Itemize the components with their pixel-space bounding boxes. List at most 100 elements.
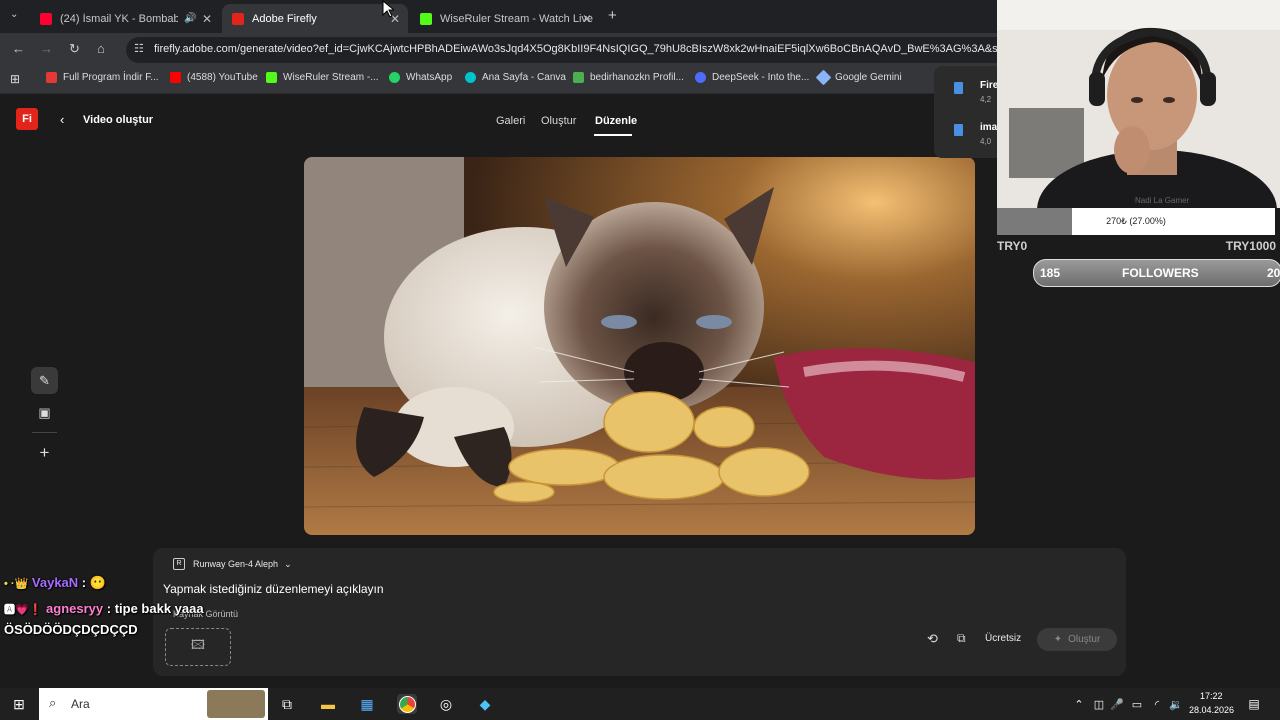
bookmark-label: WiseRuler Stream -... [283,72,379,83]
tray-overflow-icon[interactable]: ⌃ [1069,694,1089,714]
file-icon [954,124,963,136]
chrome-logo-icon [398,695,416,713]
download-size: 4,0 [980,137,992,146]
home-icon[interactable]: ⌂ [97,41,105,56]
bookmark-gemini[interactable]: Google Gemini [815,69,902,86]
tab-title: Adobe Firefly [252,12,317,25]
bookmark-label: WhatsApp [406,72,453,83]
taskbar-search[interactable]: ⌕ Ara [39,688,268,720]
cat-chips-image [304,157,975,535]
close-tab-icon[interactable]: ✕ [582,12,592,26]
tab-galeri[interactable]: Galeri [496,115,525,127]
clock-time[interactable]: 17:22 [1200,691,1223,701]
bookmark-youtube[interactable]: (4588) YouTube [170,72,258,83]
edit-tool-icon[interactable]: ✎ [31,367,58,394]
download-name: ima [980,122,998,133]
windows-start-icon[interactable]: ⊞ [9,694,29,714]
tab-duzenle[interactable]: Düzenle [595,115,637,127]
cost-label: Ücretsiz [985,633,1022,644]
chat-text: tipe bakk yaaa [114,601,204,616]
battery-icon[interactable]: ▭ [1127,694,1147,714]
back-chevron-icon[interactable]: ‹ [60,112,64,127]
bookmark-bedirhan[interactable]: bedirhanozkn Profil... [573,72,684,83]
model-selector[interactable]: R Runway Gen-4 Aleph ⌄ [173,558,292,570]
url-text[interactable]: firefly.adobe.com/generate/video?ef_id=C… [154,43,1017,55]
whatsapp-icon [389,72,400,83]
donation-goal-text: 270₺ (27.00%) [1106,216,1166,226]
microphone-icon[interactable]: 🎤 [1107,694,1127,714]
apps-grid-icon[interactable]: ⊞ [10,72,20,86]
tab-search-chevron-icon[interactable]: ⌄ [10,9,18,20]
generate-label: Oluştur [1068,634,1101,645]
task-view-icon[interactable]: ⧉ [277,694,297,714]
tab-title: (24) İsmail YK - Bombabom [60,12,178,25]
volume-icon[interactable]: 🔉 [1166,694,1186,714]
followers-goal: 20 [1267,266,1280,280]
bookmark-label: (4588) YouTube [187,72,258,83]
speaker-icon[interactable]: 🔊 [184,13,196,24]
canva-icon [465,72,476,83]
mouse-cursor-icon [382,0,394,18]
camera-icon[interactable]: ◫ [1089,694,1109,714]
wifi-icon[interactable]: ◜ [1147,694,1167,714]
file-explorer-icon[interactable]: ▬ [318,694,338,714]
bookmark-label: Ana Sayfa - Canva [482,72,566,83]
kick-icon [266,72,277,83]
windows-taskbar: ⊞ ⌕ Ara ⧉ ▬ ▦ ◎ ◆ ⌃ ◫ 🎤 ▭ ◜ 🔉 17:22 28.0… [0,688,1280,720]
app-icon[interactable]: ◆ [475,694,495,714]
goal-max-label: TRY1000 [1225,239,1276,253]
bookmark-whatsapp[interactable]: WhatsApp [389,72,452,83]
image-upload-icon: 🖾 [190,637,206,652]
credits-icon: ⧉ [957,631,966,645]
bookmark-full-program[interactable]: Full Program İndir F... [46,72,159,83]
page-title: Video oluştur [83,114,154,126]
chevron-down-icon: ⌄ [284,558,292,569]
site-info-icon[interactable]: ☷ [134,42,144,55]
back-icon[interactable]: ← [12,41,25,56]
chat-username: VaykaN [31,575,79,590]
bookmark-deepseek[interactable]: DeepSeek - Into the... [695,72,809,83]
obs-icon[interactable]: ◎ [436,694,456,714]
prompt-input[interactable]: Yapmak istediğiniz düzenlemeyi açıklayın [163,582,384,596]
store-icon[interactable]: ▦ [357,694,377,714]
goal-min-label: TRY0 [997,239,1028,253]
bookmark-canva[interactable]: Ana Sayfa - Canva [465,72,566,83]
tab-title: WiseRuler Stream - Watch Live [440,12,594,25]
tab-youtube[interactable]: (24) İsmail YK - Bombabom 🔊 ✕ [30,4,220,33]
notification-icon[interactable]: ▤ [1244,694,1264,714]
source-image-preview [304,157,975,535]
close-tab-icon[interactable]: ✕ [202,12,212,26]
youtube-icon [170,72,181,83]
kick-favicon-icon [420,12,432,25]
firefly-favicon-icon [232,12,244,25]
reload-icon[interactable]: ↻ [69,41,80,57]
chrome-icon[interactable] [397,694,417,714]
generate-button[interactable]: ✦ Oluştur [1037,628,1117,651]
video-frame-icon[interactable]: ▣ [31,399,58,426]
tab-wiseruler[interactable]: WiseRuler Stream - Watch Live ✕ [410,4,600,33]
search-highlight-image [207,690,265,718]
tab-adobe-firefly[interactable]: Adobe Firefly ✕ [222,4,408,33]
clock-date[interactable]: 28.04.2026 [1189,705,1234,715]
firefly-logo[interactable]: Fi [16,108,38,130]
chat-text: ÖSÖDÖÖDÇDÇDÇÇD [4,622,138,637]
add-icon[interactable]: + [31,439,58,466]
download-name: Fire [980,80,999,91]
search-placeholder: Ara [71,697,90,711]
profile-icon [573,72,584,83]
reference-image-upload[interactable]: 🖾 [165,628,231,666]
rail-divider [32,432,57,433]
runway-icon: R [173,558,185,570]
bookmark-wiseruler[interactable]: WiseRuler Stream -... [266,72,379,83]
followers-goal-bar: 185 FOLLOWERS 20 [1033,259,1280,287]
chat-username: agnesryy [46,601,104,616]
forward-icon[interactable]: → [40,41,53,56]
new-tab-icon[interactable]: + [608,7,617,24]
followers-current: 185 [1040,266,1061,280]
search-icon: ⌕ [49,695,57,710]
file-icon [954,82,963,94]
followers-label: FOLLOWERS [1122,266,1199,280]
tab-olustur[interactable]: Oluştur [541,115,576,127]
history-icon[interactable]: ⟲ [927,631,938,647]
chat-message: • ·👑 VaykaN : 😶 [4,575,106,591]
